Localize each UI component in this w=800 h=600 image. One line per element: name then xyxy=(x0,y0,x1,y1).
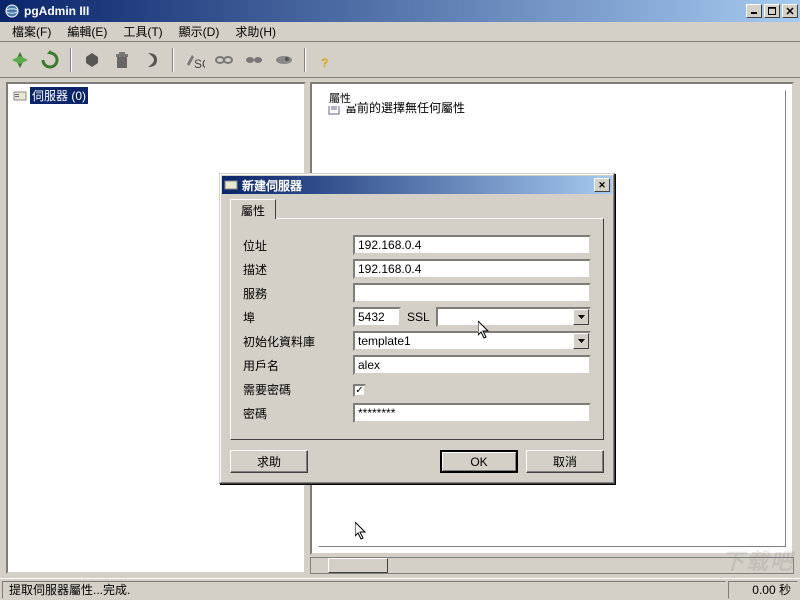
dialog-close-button[interactable]: ✕ xyxy=(594,178,610,192)
initdb-value: template1 xyxy=(355,334,573,348)
status-time: 0.00 秒 xyxy=(728,581,798,599)
toolbar-separator xyxy=(172,48,174,72)
window-title: pgAdmin III xyxy=(24,4,746,18)
label-address: 位址 xyxy=(243,237,353,254)
minimize-button[interactable] xyxy=(746,4,762,18)
help-button[interactable]: ? xyxy=(312,46,340,74)
filter-button[interactable] xyxy=(240,46,268,74)
chevron-down-icon[interactable] xyxy=(573,309,589,325)
dialog-title: 新建伺服器 xyxy=(242,177,594,194)
toolbar-separator xyxy=(70,48,72,72)
horizontal-scrollbar[interactable] xyxy=(310,557,794,574)
tab-properties[interactable]: 屬性 xyxy=(230,199,276,219)
servers-icon xyxy=(13,89,27,103)
label-need-password: 需要密碼 xyxy=(243,381,353,398)
create-button[interactable] xyxy=(138,46,166,74)
label-username: 用戶名 xyxy=(243,357,353,374)
view-data-button[interactable] xyxy=(210,46,238,74)
port-input[interactable] xyxy=(353,307,401,327)
initdb-combo[interactable]: template1 xyxy=(353,331,591,351)
need-password-checkbox[interactable]: ✓ xyxy=(353,384,366,397)
label-ssl: SSL xyxy=(407,310,430,324)
label-port: 埠 xyxy=(243,309,353,326)
window-titlebar: pgAdmin III xyxy=(0,0,800,22)
label-description: 描述 xyxy=(243,261,353,278)
menu-edit[interactable]: 編輯(E) xyxy=(59,21,115,42)
ok-button[interactable]: OK xyxy=(440,450,518,473)
dialog-titlebar[interactable]: 新建伺服器 ✕ xyxy=(222,176,612,194)
label-service: 服務 xyxy=(243,285,353,302)
menu-display[interactable]: 顯示(D) xyxy=(171,21,228,42)
svg-text:?: ? xyxy=(321,56,328,70)
service-input[interactable] xyxy=(353,283,591,303)
svg-text:SQL: SQL xyxy=(194,57,205,71)
maximize-button[interactable] xyxy=(764,4,780,18)
dialog-icon xyxy=(224,178,238,192)
sql-button[interactable]: SQL xyxy=(180,46,208,74)
description-input[interactable] xyxy=(353,259,591,279)
tree-root-servers[interactable]: 伺服器 (0) xyxy=(8,86,304,105)
menubar: 檔案(F) 編輯(E) 工具(T) 顯示(D) 求助(H) xyxy=(0,22,800,42)
menu-tools[interactable]: 工具(T) xyxy=(115,21,170,42)
refresh-button[interactable] xyxy=(36,46,64,74)
address-input[interactable] xyxy=(353,235,591,255)
properties-legend: 屬性 xyxy=(325,90,355,106)
new-server-dialog: 新建伺服器 ✕ 屬性 位址 描述 服務 xyxy=(219,173,615,484)
menu-help[interactable]: 求助(H) xyxy=(227,21,284,42)
properties-empty-text: 當前的選擇無任何屬性 xyxy=(345,99,465,116)
label-password: 密碼 xyxy=(243,405,353,422)
scrollbar-thumb[interactable] xyxy=(328,558,388,573)
username-input[interactable] xyxy=(353,355,591,375)
cancel-button[interactable]: 取消 xyxy=(526,450,604,473)
toolbar-separator xyxy=(304,48,306,72)
query-button[interactable] xyxy=(270,46,298,74)
statusbar: 提取伺服器屬性...完成. 0.00 秒 xyxy=(0,578,800,600)
toolbar: SQL ? xyxy=(0,42,800,78)
properties-button[interactable] xyxy=(78,46,106,74)
close-button[interactable] xyxy=(782,4,798,18)
chevron-down-icon[interactable] xyxy=(573,333,589,349)
tree-root-label: 伺服器 (0) xyxy=(30,87,88,104)
new-connection-button[interactable] xyxy=(6,46,34,74)
menu-file[interactable]: 檔案(F) xyxy=(4,21,59,42)
label-initdb: 初始化資料庫 xyxy=(243,333,353,350)
delete-button[interactable] xyxy=(108,46,136,74)
help-button[interactable]: 求助 xyxy=(230,450,308,473)
app-icon xyxy=(4,3,20,19)
status-message: 提取伺服器屬性...完成. xyxy=(2,581,726,599)
password-input[interactable] xyxy=(353,403,591,423)
ssl-combo[interactable] xyxy=(436,307,591,327)
